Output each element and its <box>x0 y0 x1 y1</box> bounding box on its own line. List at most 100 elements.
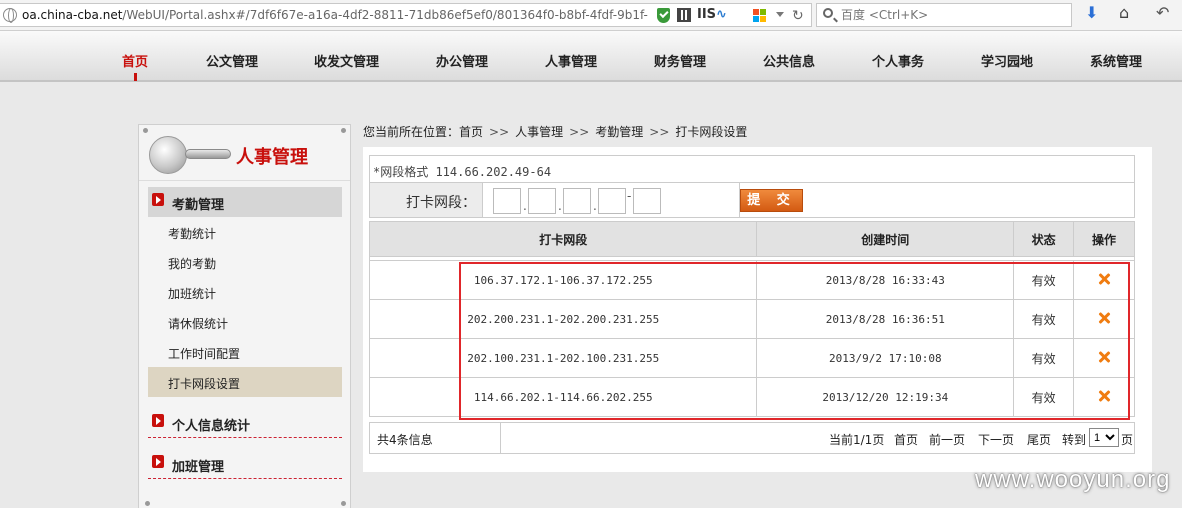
nav-item-finance[interactable]: 财务管理 <box>654 51 706 70</box>
ip-range-label: 打卡网段： <box>370 183 483 217</box>
nav-item-system[interactable]: 系统管理 <box>1090 51 1142 70</box>
ip-octet-1-input[interactable] <box>493 188 521 214</box>
breadcrumb-separator: >> <box>489 125 510 139</box>
search-icon <box>823 8 833 18</box>
cell-actions <box>1073 338 1135 378</box>
arrow-right-icon <box>152 455 164 468</box>
table-row: 114.66.202.1-114.66.202.255 2013/12/20 1… <box>368 377 1135 417</box>
nav-item-documents[interactable]: 公文管理 <box>206 51 258 70</box>
sidebar-section-label: 考勤管理 <box>172 198 225 213</box>
browser-toolbar: oa.china-cba.net/WebUI/Portal.ashx#/7df6… <box>0 0 1182 31</box>
format-hint-row: *网段格式 114.66.202.49-64 <box>369 155 1135 183</box>
delete-icon[interactable] <box>1098 273 1110 285</box>
cell-actions <box>1073 299 1135 339</box>
col-header-created: 创建时间 <box>756 221 1015 257</box>
ip-range-table: 打卡网段 创建时间 状态 操作 106.37.172.1-106.37.172.… <box>368 221 1135 417</box>
sidebar-title: 人事管理 <box>236 147 308 168</box>
home-icon[interactable]: ⌂ <box>1119 5 1129 21</box>
sidebar-section-personal-info[interactable]: 个人信息统计 <box>148 408 342 438</box>
table-row: 106.37.172.1-106.37.172.255 2013/8/28 16… <box>368 260 1135 300</box>
delete-icon[interactable] <box>1098 312 1110 324</box>
sidebar-item-work-hours-config[interactable]: 工作时间配置 <box>148 337 342 367</box>
breadcrumb-home[interactable]: 首页 <box>459 125 483 139</box>
sidebar-section-label: 加班管理 <box>172 460 225 475</box>
prev-page-link[interactable]: 前一页 <box>929 431 965 448</box>
delete-icon[interactable] <box>1098 351 1110 363</box>
sidebar-item-leave-stats[interactable]: 请休假统计 <box>148 307 342 337</box>
arrow-right-icon <box>152 414 164 427</box>
nav-item-office[interactable]: 办公管理 <box>436 51 488 70</box>
nav-item-home[interactable]: 首页 <box>122 51 148 70</box>
col-header-actions: 操作 <box>1073 221 1135 257</box>
breadcrumb-hr[interactable]: 人事管理 <box>515 125 563 139</box>
cell-status: 有效 <box>1013 299 1075 339</box>
knob-icon <box>149 136 187 174</box>
ip-octet-2-input[interactable] <box>528 188 556 214</box>
page-indicator: 当前1/1页 <box>829 433 885 447</box>
sidebar-header: 人事管理 <box>139 125 350 181</box>
nav-item-public-info[interactable]: 公共信息 <box>763 51 815 70</box>
content-card: *网段格式 114.66.202.49-64 打卡网段： . . . - 提 交… <box>363 147 1152 472</box>
sidebar-item-my-attendance[interactable]: 我的考勤 <box>148 247 342 277</box>
ip-octet-end-input[interactable] <box>633 188 661 214</box>
knob-bar-icon <box>185 149 231 159</box>
submit-button[interactable]: 提 交 <box>740 189 803 212</box>
record-count: 共4条信息 <box>370 423 501 453</box>
refresh-icon[interactable]: ↻ <box>792 8 804 24</box>
sidebar-item-attendance-stats[interactable]: 考勤统计 <box>148 217 342 247</box>
nav-item-hr[interactable]: 人事管理 <box>545 51 597 70</box>
pagination-bar: 共4条信息 当前1/1页 首页 前一页 下一页 尾页 转到 1 页 <box>369 422 1135 454</box>
cell-ip-range: 202.200.231.1-202.200.231.255 <box>368 299 758 339</box>
page-suffix: 页 <box>1121 433 1134 447</box>
nav-item-learning[interactable]: 学习园地 <box>981 51 1033 70</box>
ip-dot: . <box>523 199 527 213</box>
globe-icon <box>3 8 17 23</box>
url-dropdown-icon[interactable] <box>776 12 784 17</box>
breadcrumb-current: 打卡网段设置 <box>675 125 748 139</box>
breadcrumb-attendance[interactable]: 考勤管理 <box>595 125 643 139</box>
qr-code-icon[interactable] <box>677 8 691 22</box>
table-row: 202.200.231.1-202.200.231.255 2013/8/28 … <box>368 299 1135 339</box>
sidebar-section-attendance[interactable]: 考勤管理 <box>148 187 342 217</box>
sidebar-item-overtime-stats[interactable]: 加班统计 <box>148 277 342 307</box>
ip-dash: - <box>627 189 632 203</box>
url-text[interactable]: oa.china-cba.net/WebUI/Portal.ashx#/7df6… <box>22 8 648 22</box>
ip-octet-3-input[interactable] <box>563 188 591 214</box>
delete-icon[interactable] <box>1098 390 1110 402</box>
first-page-link[interactable]: 首页 <box>894 431 918 448</box>
col-header-status: 状态 <box>1013 221 1075 257</box>
screw-icon <box>145 501 150 506</box>
cell-created: 2013/8/28 16:36:51 <box>756 299 1015 339</box>
nav-item-dispatch[interactable]: 收发文管理 <box>314 51 379 70</box>
cell-status: 有效 <box>1013 260 1075 300</box>
download-icon[interactable]: ⬇ <box>1085 5 1098 21</box>
address-bar[interactable]: oa.china-cba.net/WebUI/Portal.ashx#/7df6… <box>0 3 812 27</box>
back-icon[interactable]: ↶ <box>1156 5 1169 21</box>
sidebar-section-overtime[interactable]: 加班管理 <box>148 449 342 479</box>
cell-status: 有效 <box>1013 377 1075 417</box>
sidebar-item-clock-ip-settings[interactable]: 打卡网段设置 <box>148 367 342 397</box>
table-header-row: 打卡网段 创建时间 状态 操作 <box>368 221 1135 257</box>
cell-status: 有效 <box>1013 338 1075 378</box>
windows-logo-icon <box>753 9 767 23</box>
search-box[interactable] <box>816 3 1072 27</box>
ip-dot: . <box>558 199 562 213</box>
main-nav: 首页 公文管理 收发文管理 办公管理 人事管理 财务管理 公共信息 个人事务 学… <box>0 31 1182 82</box>
cell-actions <box>1073 377 1135 417</box>
cell-created: 2013/8/28 16:33:43 <box>756 260 1015 300</box>
last-page-link[interactable]: 尾页 <box>1027 431 1051 448</box>
arrow-right-icon <box>152 193 164 206</box>
nav-item-personal[interactable]: 个人事务 <box>872 51 924 70</box>
ip-input-row: 打卡网段： . . . - 提 交 <box>369 182 1135 218</box>
sidebar: 人事管理 考勤管理 考勤统计 我的考勤 加班统计 请休假统计 工作时间配置 打卡… <box>138 124 351 508</box>
search-input[interactable] <box>841 7 1066 23</box>
next-page-link[interactable]: 下一页 <box>978 431 1014 448</box>
page-select[interactable]: 1 <box>1089 428 1119 447</box>
divider <box>148 437 342 438</box>
ip-octet-4-input[interactable] <box>598 188 626 214</box>
breadcrumb: 您当前所在位置：首页 >> 人事管理 >> 考勤管理 >> 打卡网段设置 <box>363 123 753 140</box>
iis-indicator: IIS∿ <box>697 7 727 22</box>
format-hint: *网段格式 114.66.202.49-64 <box>373 165 552 179</box>
security-shield-icon[interactable] <box>657 8 670 23</box>
goto-label: 转到 <box>1062 433 1087 447</box>
